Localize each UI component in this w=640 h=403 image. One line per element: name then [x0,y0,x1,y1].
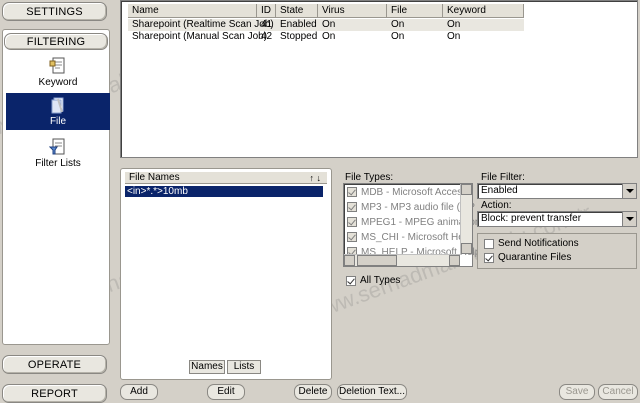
sort-arrows-icon[interactable]: ↑ ↓ [309,172,321,184]
cell-name: Sharepoint (Realtime Scan Job) [132,19,274,30]
chevron-down-icon[interactable] [622,212,636,226]
file-types-label: File Types: [345,172,394,183]
cell-id: 41 [261,19,273,30]
file-icon [49,96,67,114]
file-names-panel: File Names ↑ ↓ <in>*.*>10mb [120,168,332,380]
table-row[interactable]: Sharepoint (Realtime Scan Job) 41 Enable… [128,19,524,31]
scroll-thumb[interactable] [357,255,397,266]
file-names-header[interactable]: File Names ↑ ↓ [125,172,327,184]
cancel-button[interactable]: Cancel [598,384,638,400]
cell-state: Stopped [280,31,318,42]
list-item[interactable]: MS_CHI - Microsoft Help [347,230,472,244]
file-names-header-label: File Names [129,172,180,183]
file-type-label: MDB - Microsoft Access I [361,186,473,198]
file-types-list[interactable]: MDB - Microsoft Access I MP3 - MP3 audio… [343,183,480,267]
checkbox[interactable] [347,232,357,242]
deletion-text-button[interactable]: Deletion Text... [337,384,407,400]
tab-names[interactable]: Names [189,360,225,374]
operate-button[interactable]: OPERATE [2,355,107,374]
action-label: Action: [481,200,512,211]
checkbox[interactable] [347,217,357,227]
cell-id: 42 [261,31,273,42]
column-header-id[interactable]: ID [257,4,276,18]
table-row[interactable]: Sharepoint (Manual Scan Job) 42 Stopped … [128,31,524,43]
edit-button[interactable]: Edit [207,384,245,400]
file-filter-select[interactable]: Enabled [477,183,637,199]
cell-name: Sharepoint (Manual Scan Job) [132,31,268,42]
send-notifications-checkbox[interactable] [484,238,494,249]
quarantine-files-checkbox[interactable] [484,252,494,263]
nav-item-file[interactable]: File [6,93,110,130]
send-notifications-option[interactable]: Send Notifications [484,238,579,249]
list-item[interactable]: MDB - Microsoft Access I [347,185,473,199]
nav-item-filter-lists[interactable]: Filter Lists [6,138,110,170]
column-header-keyword-filtering[interactable]: Keyword Filtering [443,4,524,30]
action-select[interactable]: Block: prevent transfer [477,211,637,227]
column-header-virus-scanning[interactable]: Virus Scanning [318,4,387,30]
chevron-down-icon[interactable] [622,184,636,198]
list-item[interactable]: MP3 - MP3 audio file (MP [347,200,475,214]
column-header-state[interactable]: State [276,4,318,18]
settings-button[interactable]: SETTINGS [2,2,107,21]
file-filter-label: File Filter: [481,172,525,183]
file-type-label: MS_CHI - Microsoft Help [361,231,472,243]
cell-keyword: On [447,19,461,30]
all-types-option[interactable]: All Types [346,275,400,286]
all-types-checkbox[interactable] [346,275,356,286]
column-header-name[interactable]: Name [128,4,257,18]
list-item[interactable]: <in>*.*>10mb [125,186,323,197]
nav-item-label: Keyword [38,77,78,88]
save-button[interactable]: Save [559,384,595,400]
filter-lists-icon [48,138,67,156]
checkbox[interactable] [347,187,357,197]
scroll-right-icon[interactable] [449,255,460,266]
cell-file: On [391,31,405,42]
tab-lists[interactable]: Lists [227,360,261,374]
send-notifications-label: Send Notifications [498,238,579,249]
quarantine-files-option[interactable]: Quarantine Files [484,252,571,263]
cell-virus: On [322,31,336,42]
scroll-down-icon[interactable] [461,243,472,254]
cell-file: On [391,19,405,30]
column-header-file-filtering[interactable]: File Filtering [387,4,443,30]
file-filter-value: Enabled [481,185,518,196]
filtering-button[interactable]: FILTERING [4,33,108,50]
nav-item-label: Filter Lists [35,158,81,169]
all-types-label: All Types [360,275,401,286]
scan-job-grid: Name ID State Virus Scanning File Filter… [120,0,638,158]
file-types-vscroll[interactable] [460,184,472,254]
add-button[interactable]: Add [120,384,158,400]
scroll-left-icon[interactable] [344,255,355,266]
cell-keyword: On [447,31,461,42]
nav-item-label: File [49,116,67,127]
action-value: Block: prevent transfer [481,213,582,224]
keyword-icon [49,57,67,75]
nav-item-keyword[interactable]: Keyword [6,57,110,88]
delete-button[interactable]: Delete [294,384,332,400]
checkbox[interactable] [347,202,357,212]
quarantine-files-label: Quarantine Files [498,252,572,263]
cell-state: Enabled [280,19,317,30]
scroll-up-icon[interactable] [461,184,472,195]
cell-virus: On [322,19,336,30]
file-type-label: MP3 - MP3 audio file (MP [361,201,475,213]
file-types-hscroll[interactable] [344,254,460,266]
filtering-panel: FILTERING Keyword File Filter Lists [2,29,110,345]
report-button[interactable]: REPORT [2,384,107,403]
